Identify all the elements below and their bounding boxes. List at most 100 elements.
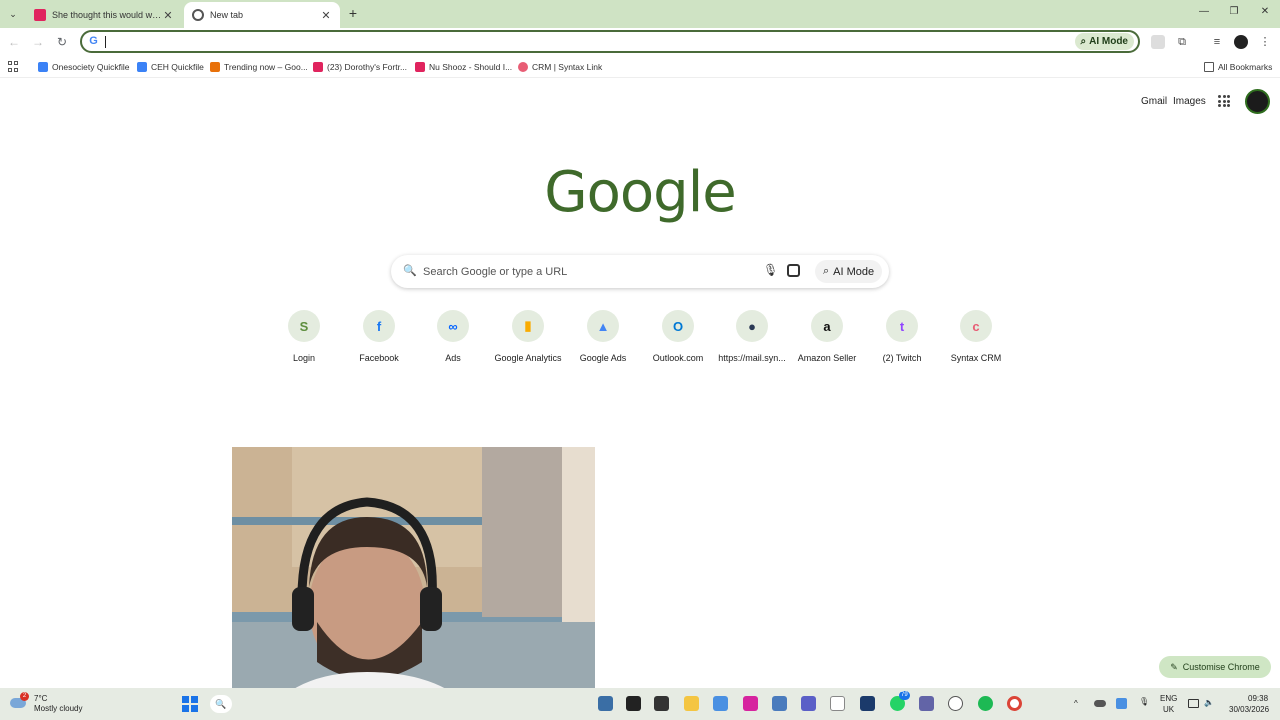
tab-strip: ⌄ She thought this would work... ✕ New t…	[0, 0, 1280, 28]
file-explorer-icon[interactable]	[684, 696, 699, 711]
pinned-app-icon[interactable]	[626, 696, 641, 711]
pinned-app-icon[interactable]	[654, 696, 669, 711]
search-input[interactable]	[423, 263, 753, 280]
teams-icon[interactable]	[801, 696, 816, 711]
pinned-app-icon[interactable]	[948, 696, 963, 711]
notepad-icon[interactable]	[830, 696, 845, 711]
chevron-up-icon[interactable]: ^	[1074, 699, 1078, 708]
search-sparkle-icon: ⌕	[1080, 36, 1087, 47]
youtube-icon	[313, 62, 323, 72]
search-box[interactable]: 🔍 🎙 ⌕ AI Mode	[391, 255, 889, 288]
shortcut-label: Google Ads	[579, 353, 627, 363]
instagram-icon[interactable]	[743, 696, 758, 711]
microphone-icon[interactable]: 🎙	[763, 263, 778, 279]
pinned-app-icon[interactable]	[860, 696, 875, 711]
extension-icon[interactable]	[1151, 35, 1165, 49]
shortcut-tile[interactable]: t (2) Twitch	[864, 310, 940, 363]
restore-button[interactable]: ❐	[1225, 6, 1243, 20]
media-controls-icon[interactable]: ≡	[1210, 35, 1224, 49]
puzzle-icon[interactable]: ⧉	[1175, 35, 1189, 49]
taskbar: 2 7°C Mostly cloudy 🔍 79 ^ 🎙 ENG UK 🔈 09…	[0, 688, 1280, 720]
shortcut-favicon-icon: ∞	[437, 310, 469, 342]
close-icon[interactable]: ✕	[320, 9, 332, 22]
network-icon[interactable]	[1116, 698, 1127, 709]
tab-new-tab[interactable]: New tab ✕	[184, 2, 340, 28]
all-bookmarks-button[interactable]: All Bookmarks	[1204, 60, 1272, 74]
shortcut-tile[interactable]: ∞ Ads	[415, 310, 491, 363]
shortcut-favicon-icon: c	[960, 310, 992, 342]
region-label[interactable]: UK	[1163, 705, 1174, 714]
shortcut-label: (2) Twitch	[882, 353, 922, 363]
shortcut-tile[interactable]: f Facebook	[341, 310, 417, 363]
shortcut-tile[interactable]: ▮ Google Analytics	[490, 310, 566, 363]
new-tab-button[interactable]: +	[345, 5, 361, 21]
shortcut-tile[interactable]: c Syntax CRM	[938, 310, 1014, 363]
bookmark-item[interactable]: (23) Dorothy's Fortr...	[313, 60, 407, 74]
back-button[interactable]: ←	[6, 34, 22, 50]
youtube-icon	[34, 9, 46, 21]
pinned-app-icon[interactable]	[713, 696, 728, 711]
weather-widget[interactable]: 2 7°C Mostly cloudy	[10, 692, 100, 716]
google-logo: Google	[544, 160, 736, 225]
shortcut-tile[interactable]: ● https://mail.syn...	[714, 310, 790, 363]
clock-time[interactable]: 09:38	[1248, 694, 1268, 703]
customise-label: Customise Chrome	[1182, 662, 1260, 672]
images-link[interactable]: Images	[1173, 96, 1206, 107]
taskbar-search-icon[interactable]: 🔍	[210, 695, 232, 713]
shortcut-tile[interactable]: O Outlook.com	[640, 310, 716, 363]
bookmark-label: CRM | Syntax Link	[532, 62, 603, 72]
ai-mode-button[interactable]: ⌕ AI Mode	[815, 260, 883, 283]
shortcut-favicon-icon: ▲	[587, 310, 619, 342]
shortcut-tile[interactable]: a Amazon Seller	[789, 310, 865, 363]
tab-title: She thought this would work...	[52, 10, 162, 20]
customise-chrome-button[interactable]: ✎ Customise Chrome	[1159, 656, 1271, 678]
pinned-app-icon[interactable]	[598, 696, 613, 711]
microphone-icon[interactable]: 🎙	[1139, 697, 1149, 706]
shortcut-label: Facebook	[359, 353, 399, 363]
onedrive-icon[interactable]	[1094, 700, 1106, 707]
teams-icon[interactable]	[919, 696, 934, 711]
display-icon[interactable]	[1188, 699, 1199, 708]
chrome-icon[interactable]	[1007, 696, 1022, 711]
forward-button[interactable]: →	[30, 34, 46, 50]
bookmark-item[interactable]: Nu Shooz - Should I...	[415, 60, 512, 74]
bookmark-label: CEH Quickfile	[151, 62, 204, 72]
bookmark-item[interactable]: CEH Quickfile	[137, 60, 204, 74]
google-apps-icon[interactable]	[1218, 95, 1230, 107]
shortcut-tile[interactable]: S Login	[266, 310, 342, 363]
minimize-button[interactable]: —	[1195, 6, 1213, 20]
reload-button[interactable]: ↻	[54, 34, 70, 50]
text-caret	[105, 36, 106, 48]
apps-grid-icon[interactable]	[8, 61, 19, 72]
shortcut-label: Login	[292, 353, 316, 363]
bookmark-item[interactable]: CRM | Syntax Link	[518, 60, 602, 74]
ai-mode-button[interactable]: ⌕ AI Mode	[1074, 33, 1134, 50]
gmail-link[interactable]: Gmail	[1141, 96, 1167, 107]
tab-search-button[interactable]: ⌄	[4, 5, 22, 23]
spotify-icon[interactable]	[978, 696, 993, 711]
volume-icon[interactable]: 🔈	[1204, 698, 1214, 707]
language-label[interactable]: ENG	[1160, 694, 1177, 703]
clock-date[interactable]: 30/03/2026	[1229, 705, 1269, 714]
shortcut-label: Google Analytics	[494, 353, 562, 363]
bookmark-item[interactable]: Onesociety Quickfile	[38, 60, 129, 74]
more-menu-icon[interactable]: ⋮	[1258, 35, 1272, 49]
bookmark-item[interactable]: Trending now – Goo...	[210, 60, 308, 74]
address-bar[interactable]: G ⌕ AI Mode	[80, 30, 1140, 53]
google-lens-icon[interactable]	[787, 264, 800, 277]
windows-start-icon[interactable]	[182, 696, 198, 712]
shortcut-label: Outlook.com	[652, 353, 704, 363]
youtube-icon	[415, 62, 425, 72]
close-icon[interactable]: ✕	[162, 9, 174, 22]
profile-avatar[interactable]	[1234, 35, 1248, 49]
account-avatar[interactable]	[1245, 89, 1270, 114]
folder-icon	[1204, 62, 1214, 72]
search-icon: 🔍	[403, 265, 417, 277]
calculator-icon[interactable]	[772, 696, 787, 711]
shortcut-tile[interactable]: ▲ Google Ads	[565, 310, 641, 363]
shortcut-favicon-icon: ●	[736, 310, 768, 342]
close-window-button[interactable]: ✕	[1256, 6, 1274, 20]
tab-youtube-video[interactable]: She thought this would work... ✕	[26, 2, 182, 28]
webcam-image	[232, 447, 595, 720]
address-input[interactable]	[108, 33, 1008, 50]
